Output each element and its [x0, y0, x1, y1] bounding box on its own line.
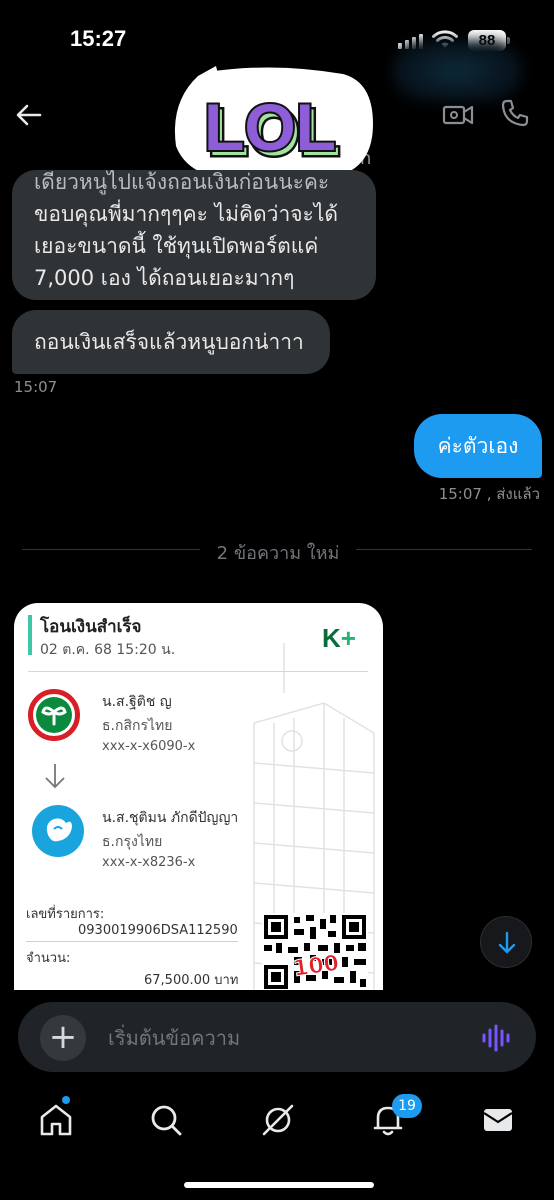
- kplus-logo: K+: [322, 623, 356, 654]
- receipt-date: 02 ต.ค. 68 15:20 น.: [40, 642, 176, 658]
- reference-label: เลขที่รายการ:: [26, 907, 105, 922]
- message-input[interactable]: [108, 1022, 468, 1054]
- outgoing-message-bubble[interactable]: ค่ะตัวเอง: [414, 414, 542, 478]
- notifications-badge: 19: [392, 1094, 422, 1118]
- amount-value: 67,500.00 บาท: [144, 973, 239, 988]
- home-icon[interactable]: [36, 1100, 76, 1140]
- search-icon[interactable]: [146, 1100, 186, 1140]
- home-unread-dot: [62, 1096, 70, 1104]
- message-timestamp: 15:07: [14, 378, 58, 396]
- sender-bank: ธ.กสิกรไทย: [102, 718, 173, 734]
- scroll-to-bottom-button[interactable]: [480, 916, 532, 968]
- video-camera-icon[interactable]: [442, 100, 474, 130]
- message-status: 15:07 , ส่งแล้ว: [438, 485, 540, 503]
- arrow-down-icon: [45, 764, 65, 789]
- new-messages-label: 2 ข้อความ ใหม่: [216, 543, 340, 564]
- ktb-logo-icon: [32, 805, 84, 857]
- receipt-separator: [28, 671, 368, 672]
- message-line: 7,000 เอง ได้ถอนเยอะมากๆ: [34, 266, 295, 290]
- kplus-k: K: [322, 623, 341, 653]
- receiver-account: xxx-x-x8236-x: [102, 855, 196, 870]
- reference-value: 0930019906DSA112590: [78, 923, 238, 938]
- message-line: ขอบคุณพี่มากๆๆคะ ไม่คิดว่าจะได้: [34, 202, 339, 226]
- message-composer: +: [18, 1002, 536, 1072]
- mail-icon[interactable]: [478, 1100, 518, 1140]
- receipt-accent-bar: [28, 615, 32, 655]
- attach-button[interactable]: +: [40, 1015, 86, 1061]
- transfer-receipt-image[interactable]: โอนเงินสำเร็จ 02 ต.ค. 68 15:20 น. K+ น.ส…: [14, 603, 383, 990]
- home-indicator: [184, 1182, 374, 1188]
- voice-wave-icon[interactable]: [480, 1022, 512, 1054]
- message-line: เดียวหนูไปแจ้งถอนเงินก่อนนะคะ: [34, 170, 330, 194]
- status-time: 15:27: [70, 26, 127, 51]
- sender-name: น.ส.ฐิติช ญ: [102, 694, 172, 710]
- qr-code: 100: [262, 913, 368, 990]
- phone-icon[interactable]: [500, 98, 530, 128]
- amount-label: จำนวน:: [26, 951, 71, 966]
- incoming-message-bubble[interactable]: ถอนเงินเสร็จแล้วหนูบอกน่าาา: [12, 310, 330, 374]
- lol-sticker-text: LOL: [204, 90, 336, 164]
- slash-circle-icon[interactable]: [258, 1100, 298, 1140]
- receipt-title: โอนเงินสำเร็จ: [40, 617, 142, 637]
- kplus-plus: +: [340, 623, 356, 653]
- arrow-left-icon[interactable]: [14, 100, 44, 130]
- incoming-message-bubble[interactable]: เดียวหนูไปแจ้งถอนเงินก่อนนะคะ ขอบคุณพี่ม…: [12, 170, 376, 300]
- arrow-down-icon: [498, 931, 516, 954]
- receiver-name: น.ส.ชุติมน ภักดีปัญญา: [102, 810, 239, 826]
- sender-account: xxx-x-x6090-x: [102, 739, 196, 754]
- kbank-logo-icon: [28, 689, 80, 741]
- message-line: เยอะขนาดนี้ ใช้ทุนเปิดพอร์ตแค่: [34, 234, 319, 258]
- new-messages-divider: 2 ข้อความ ใหม่: [22, 536, 532, 564]
- receiver-bank: ธ.กรุงไทย: [102, 834, 163, 850]
- blurred-avatar: [392, 40, 522, 102]
